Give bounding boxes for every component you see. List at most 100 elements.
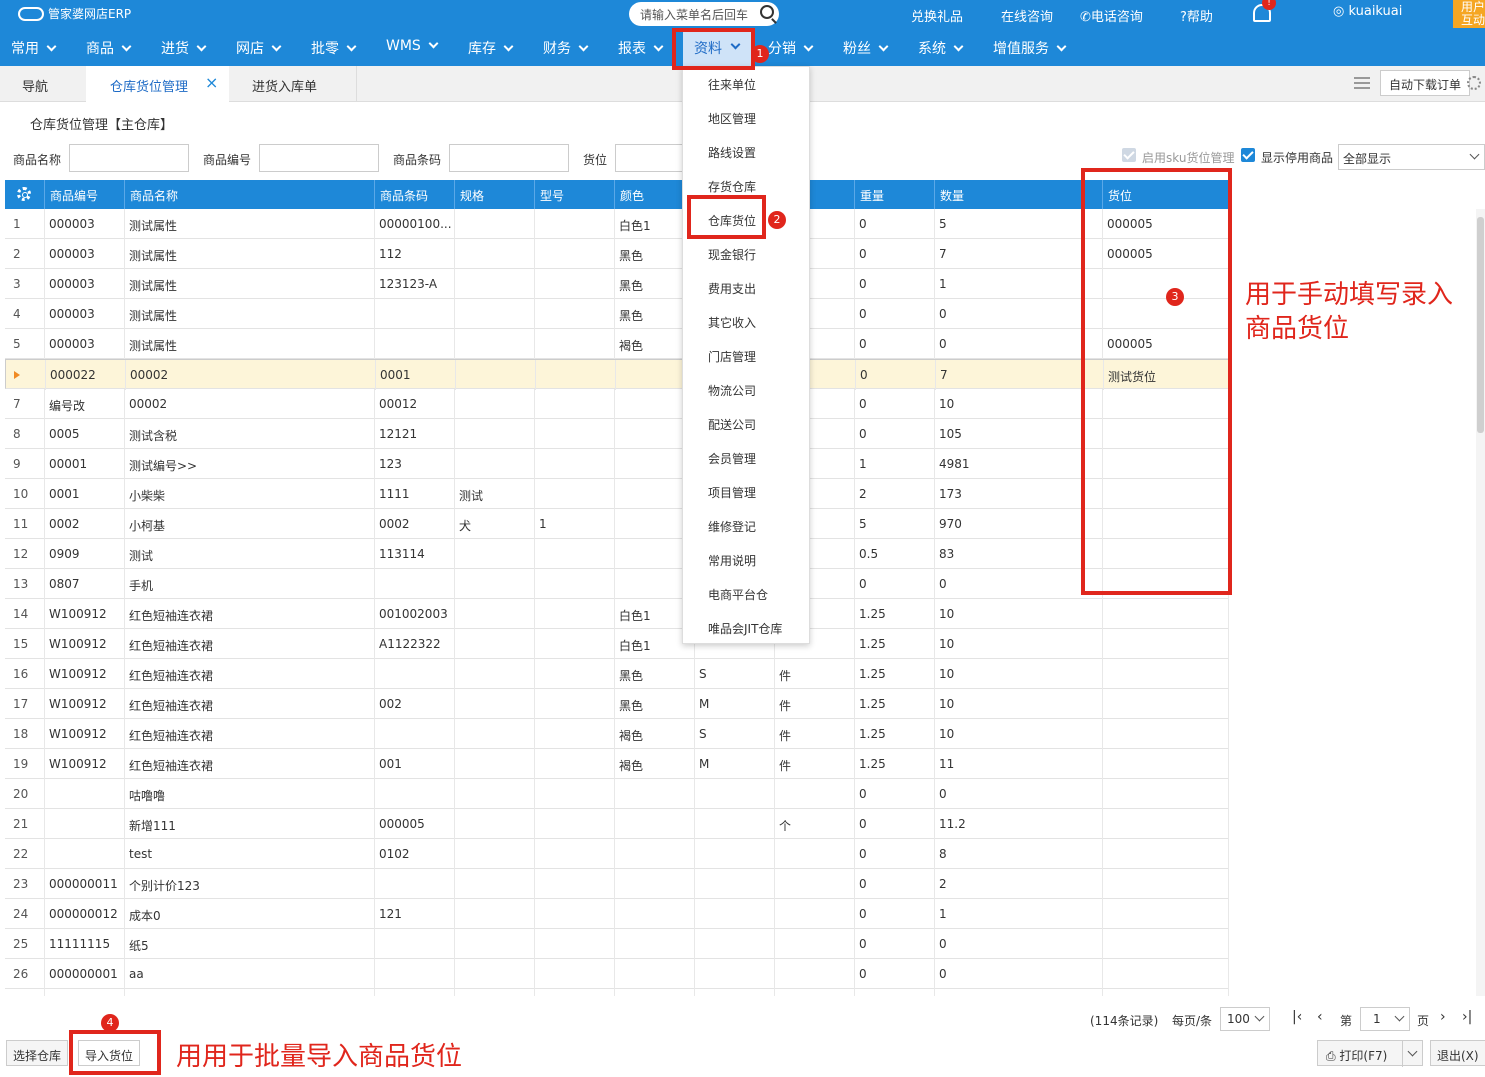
table-row[interactable]: 5 000003 测试属性 褐色 0 0 000005 (5, 329, 1229, 359)
table-row[interactable]: 9 00001 测试编号>> 123 1 4981 (5, 449, 1229, 479)
location-cell[interactable] (1103, 719, 1229, 749)
table-row[interactable]: 8 0005 测试含税 12121 0 105 (5, 419, 1229, 449)
product-name-input[interactable] (69, 144, 189, 172)
tab-purchase-inbound[interactable]: 进货入库单 (229, 66, 357, 102)
table-row[interactable]: 10 0001 小柴柴 1111 测试 2 173 (5, 479, 1229, 509)
column-header[interactable]: 商品编号 (45, 180, 125, 209)
dropdown-item[interactable]: 其它收入 (708, 314, 756, 331)
tab-navigation[interactable]: 导航 (0, 66, 86, 102)
table-row[interactable]: 14 W100912 红色短袖连衣裙 001002003 白色1 1.25 10 (5, 599, 1229, 629)
exchange-gift-link[interactable]: 兑换礼品 (911, 6, 963, 25)
location-cell[interactable] (1103, 749, 1229, 779)
location-cell[interactable] (1103, 869, 1229, 899)
location-cell[interactable] (1103, 989, 1229, 996)
barcode-input[interactable] (449, 144, 569, 172)
dropdown-item[interactable]: 往来单位 (708, 76, 756, 93)
menu-value-added[interactable]: 增值服务 (993, 38, 1067, 58)
table-row[interactable]: 17 W100912 红色短袖连衣裙 002 黑色 M 件 1.25 10 (5, 689, 1229, 719)
list-menu-icon[interactable] (1354, 77, 1370, 89)
column-header[interactable]: 数量 (935, 180, 1103, 209)
table-row[interactable]: 25 11111115 纸5 0 0 (5, 929, 1229, 959)
menu-wms[interactable]: WMS (386, 38, 439, 54)
table-row[interactable]: 7 编号改 00002 00012 0 10 (5, 389, 1229, 419)
location-cell[interactable] (1103, 629, 1229, 659)
table-row[interactable]: 4 000003 测试属性 黑色 0 0 (5, 299, 1229, 329)
close-icon[interactable]: × (205, 73, 218, 92)
dropdown-item[interactable]: 电商平台仓 (708, 586, 768, 603)
user-interaction-corner[interactable]: 用户互动 (1453, 0, 1485, 30)
online-consult-link[interactable]: 在线咨询 (1001, 6, 1053, 25)
location-cell[interactable] (1103, 839, 1229, 869)
menu-system[interactable]: 系统 (918, 38, 964, 58)
table-row[interactable]: 22 test 0102 0 8 (5, 839, 1229, 869)
menu-wholesale[interactable]: 批零 (311, 38, 357, 58)
vertical-scrollbar[interactable] (1476, 209, 1485, 996)
dropdown-item[interactable]: 唯品会JIT仓库 (708, 620, 782, 637)
column-settings-button[interactable] (5, 180, 45, 209)
table-row[interactable]: 24 000000012 成本0 121 0 1 (5, 899, 1229, 929)
table-row[interactable]: 12 0909 测试 113114 0.5 83 (5, 539, 1229, 569)
column-header[interactable]: 商品名称 (125, 180, 375, 209)
table-row[interactable]: 13 0807 手机 0 0 (5, 569, 1229, 599)
prev-page-icon[interactable]: ‹ (1317, 1009, 1323, 1025)
dropdown-item[interactable]: 存货仓库 (708, 178, 756, 195)
table-row[interactable]: 18 W100912 红色短袖连衣裙 褐色 S 件 1.25 10 (5, 719, 1229, 749)
menu-goods[interactable]: 商品 (86, 38, 132, 58)
auto-download-orders-button[interactable]: 自动下载订单 (1380, 70, 1471, 96)
search-icon[interactable] (760, 5, 774, 19)
table-row[interactable]: 11 0002 小柯基 0002 犬 1 5 970 (5, 509, 1229, 539)
table-row[interactable]: 26 000000001 aa 0 0 (5, 959, 1229, 989)
table-row[interactable]: 16 W100912 红色短袖连衣裙 黑色 S 件 1.25 10 (5, 659, 1229, 689)
menu-purchase[interactable]: 进货 (161, 38, 207, 58)
menu-reports[interactable]: 报表 (618, 38, 664, 58)
first-page-icon[interactable]: |‹ (1292, 1009, 1302, 1025)
location-cell[interactable] (1103, 659, 1229, 689)
bell-icon[interactable]: ! (1253, 0, 1276, 22)
column-header[interactable]: 重量 (855, 180, 935, 209)
dropdown-item[interactable]: 现金银行 (708, 246, 756, 263)
show-disabled-checkbox[interactable] (1241, 148, 1255, 162)
tab-warehouse-location[interactable]: 仓库货位管理 × (86, 66, 229, 102)
dropdown-item[interactable]: 维修登记 (708, 518, 756, 535)
menu-distribution[interactable]: 分销 (768, 38, 814, 58)
menu-search-input[interactable]: 请输入菜单名后回车 (629, 2, 779, 26)
menu-common[interactable]: 常用 (11, 38, 57, 58)
menu-inventory[interactable]: 库存 (468, 38, 514, 58)
exit-button[interactable]: 退出(X) (1430, 1040, 1485, 1066)
menu-online-store[interactable]: 网店 (236, 38, 282, 58)
table-row[interactable]: 23 000000011 个别计价123 0 2 (5, 869, 1229, 899)
dropdown-item[interactable]: 配送公司 (708, 416, 756, 433)
phone-consult-link[interactable]: ✆电话咨询 (1080, 6, 1143, 25)
page-number-select[interactable]: 1 (1360, 1007, 1410, 1031)
dropdown-item[interactable]: 地区管理 (708, 110, 756, 127)
location-cell[interactable] (1103, 959, 1229, 989)
table-row[interactable]: 15 W100912 红色短袖连衣裙 A1122322 白色1 1.25 10 (5, 629, 1229, 659)
settings-gear-icon[interactable] (1467, 76, 1481, 90)
location-cell[interactable] (1103, 689, 1229, 719)
dropdown-item[interactable]: 常用说明 (708, 552, 756, 569)
dropdown-item[interactable]: 项目管理 (708, 484, 756, 501)
chevron-down-icon[interactable] (1407, 1046, 1418, 1057)
menu-fans[interactable]: 粉丝 (843, 38, 889, 58)
dropdown-item[interactable]: 物流公司 (708, 382, 756, 399)
user-menu[interactable]: ◎ kuaikuai (1333, 4, 1402, 19)
last-page-icon[interactable]: ›| (1462, 1009, 1472, 1025)
display-select[interactable]: 全部显示 (1338, 144, 1485, 170)
column-header[interactable]: 型号 (535, 180, 615, 209)
location-cell[interactable] (1103, 599, 1229, 629)
per-page-select[interactable]: 100 (1220, 1007, 1270, 1031)
table-row[interactable]: 000022 00002 0001 0 7 测试货位 (5, 359, 1229, 390)
table-row[interactable]: 1 000003 测试属性 00000100... 白色1 0 5 000005 (5, 209, 1229, 239)
help-link[interactable]: ?帮助 (1180, 6, 1213, 25)
print-button[interactable]: ⎙ 打印(F7) (1317, 1040, 1423, 1067)
location-input[interactable] (615, 144, 685, 172)
scroll-thumb[interactable] (1477, 217, 1484, 433)
enable-sku-checkbox[interactable] (1122, 148, 1136, 162)
table-row[interactable]: 19 W100912 红色短袖连衣裙 001 褐色 M 件 1.25 11 (5, 749, 1229, 779)
dropdown-item[interactable]: 门店管理 (708, 348, 756, 365)
gear-icon[interactable] (17, 187, 31, 201)
table-row[interactable]: 21 新增111 000005 个 0 11.2 (5, 809, 1229, 839)
location-cell[interactable] (1103, 779, 1229, 809)
table-row[interactable]: 20 咕噜噜 0 0 (5, 779, 1229, 809)
next-page-icon[interactable]: › (1440, 1009, 1446, 1025)
